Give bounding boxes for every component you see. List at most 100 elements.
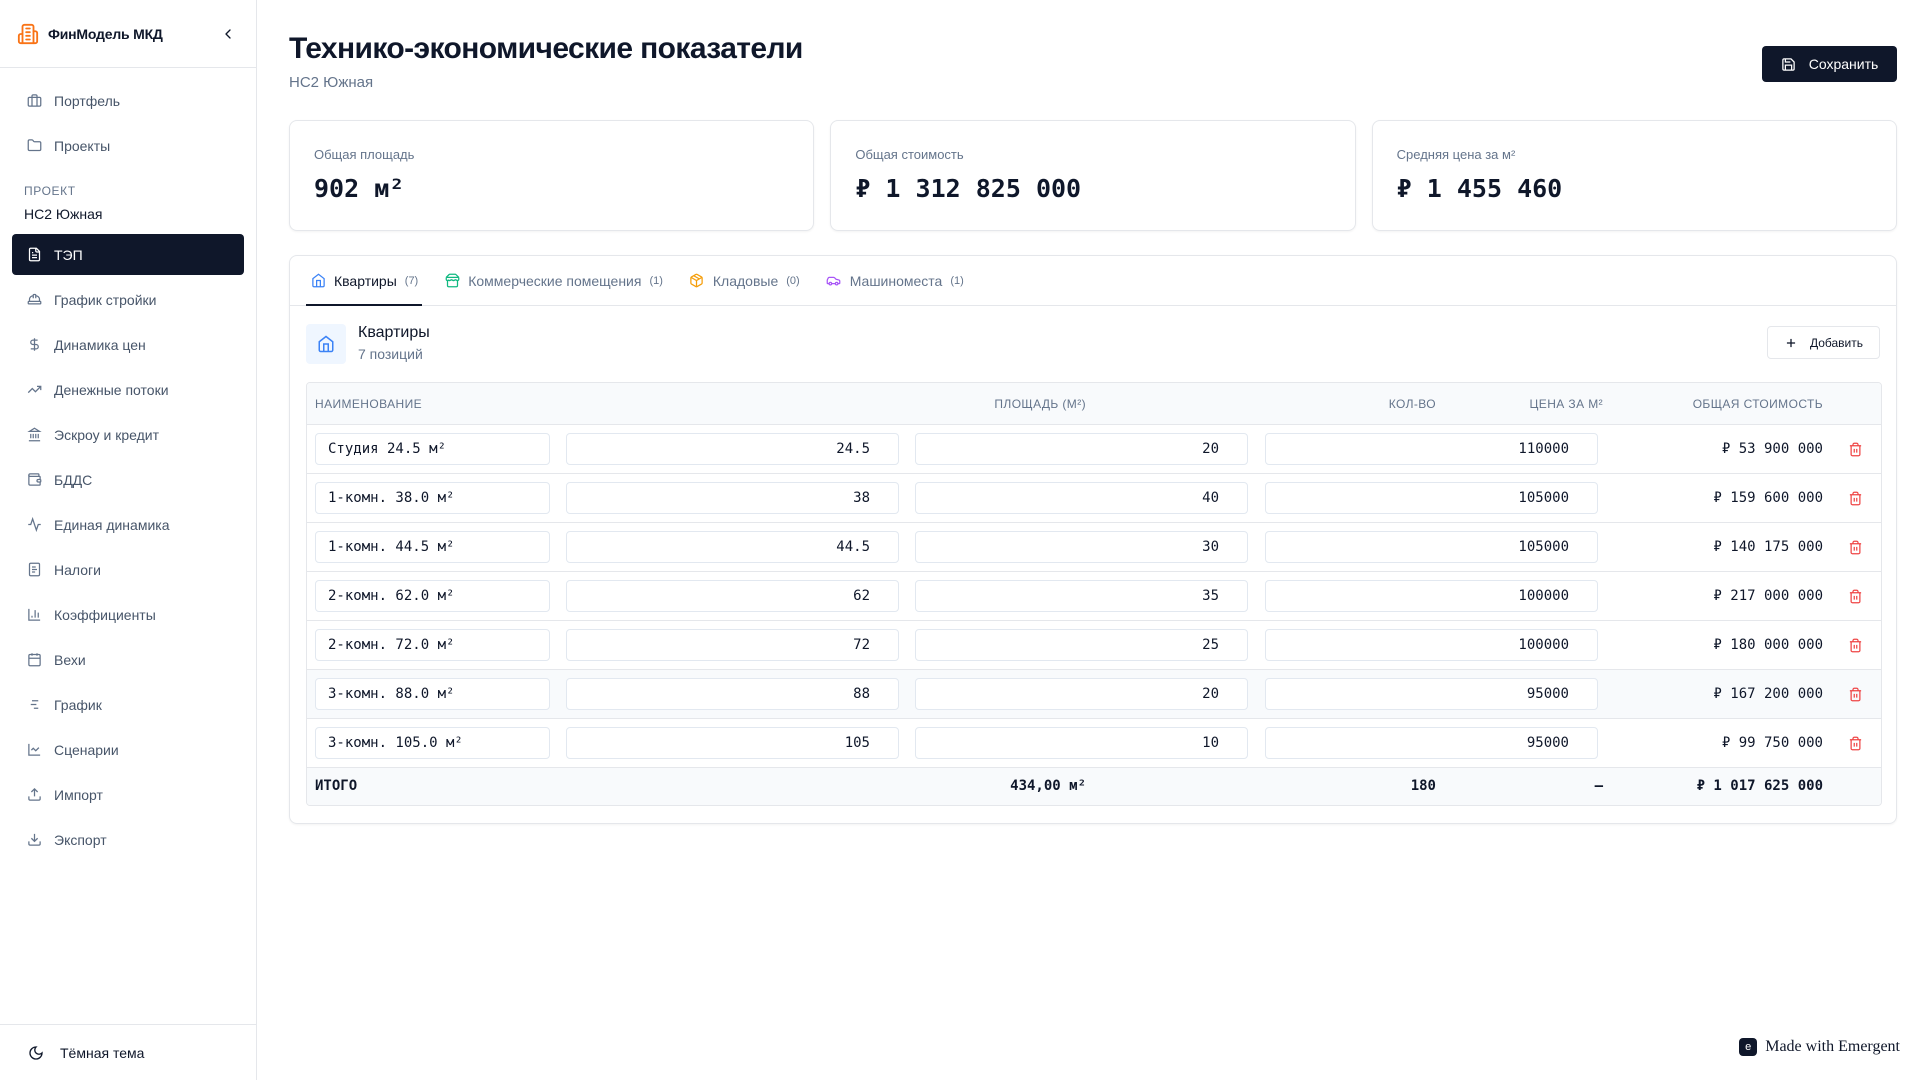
row-total: ₽ 217 000 000 <box>1713 588 1823 604</box>
sidebar-item-coefficients[interactable]: Коэффициенты <box>12 594 244 635</box>
footer-price: — <box>1594 778 1603 794</box>
sidebar-item-label: Единая динамика <box>54 516 170 533</box>
area-input[interactable]: 105 <box>566 727 899 759</box>
row-total: ₽ 167 200 000 <box>1713 686 1823 702</box>
footer-area: 434,00 м² <box>1010 778 1086 794</box>
sidebar-item-bdds[interactable]: БДДС <box>12 459 244 500</box>
sidebar-item-unified-dynamics[interactable]: Единая динамика <box>12 504 244 545</box>
stat-value: ₽ 1 455 460 <box>1396 174 1563 203</box>
sidebar-item-portfolio[interactable]: Портфель <box>12 80 244 121</box>
name-input[interactable]: 2-комн. 62.0 м² <box>315 580 550 612</box>
units-table: НАИМЕНОВАНИЕ ПЛОЩАДЬ (М²) КОЛ-ВО ЦЕНА ЗА… <box>306 382 1882 806</box>
sidebar-item-label: Экспорт <box>54 831 107 848</box>
qty-input[interactable]: 10 <box>915 727 1248 759</box>
area-input[interactable]: 38 <box>566 482 899 514</box>
save-button[interactable]: Сохранить <box>1762 46 1897 82</box>
home-icon <box>306 324 346 364</box>
price-input[interactable]: 105000 <box>1265 482 1598 514</box>
sidebar-item-schedule[interactable]: График <box>12 684 244 725</box>
qty-input[interactable]: 35 <box>915 580 1248 612</box>
theme-toggle-button[interactable]: Тёмная тема <box>0 1024 256 1080</box>
price-input[interactable]: 100000 <box>1265 580 1598 612</box>
save-icon <box>1781 56 1797 72</box>
sidebar-item-label: Налоги <box>54 561 101 578</box>
tab-count: (0) <box>786 274 800 287</box>
sidebar-item-milestones[interactable]: Вехи <box>12 639 244 680</box>
price-input[interactable]: 100000 <box>1265 629 1598 661</box>
stat-label: Общая стоимость <box>855 147 964 162</box>
sidebar-item-escrow[interactable]: Эскроу и кредит <box>12 414 244 455</box>
sidebar-item-label: Импорт <box>54 786 103 803</box>
name-input[interactable]: 3-комн. 88.0 м² <box>315 678 550 710</box>
sidebar-item-taxes[interactable]: Налоги <box>12 549 244 590</box>
trash-icon[interactable] <box>1847 539 1863 555</box>
sidebar-item-scenarios[interactable]: Сценарии <box>12 729 244 770</box>
qty-input[interactable]: 20 <box>915 678 1248 710</box>
price-input[interactable]: 95000 <box>1265 727 1598 759</box>
footer-total: ₽ 1 017 625 000 <box>1696 778 1823 794</box>
units-tabs: Квартиры (7) Коммерческие помещения (1) … <box>290 256 1896 306</box>
tab-commercial[interactable]: Коммерческие помещения (1) <box>440 256 667 305</box>
tab-apartments[interactable]: Квартиры (7) <box>306 256 423 306</box>
theme-toggle-label: Тёмная тема <box>60 1044 145 1061</box>
bar-chart-icon <box>26 607 42 623</box>
sidebar-item-label: Эскроу и кредит <box>54 426 159 443</box>
tab-label: Квартиры <box>334 272 397 289</box>
table-row: Студия 24.5 м² 24.5 20 110000 ₽ 53 900 000 <box>307 425 1881 474</box>
price-input[interactable]: 95000 <box>1265 678 1598 710</box>
area-input[interactable]: 44.5 <box>566 531 899 563</box>
trash-icon[interactable] <box>1847 490 1863 506</box>
trash-icon[interactable] <box>1847 686 1863 702</box>
tab-parking[interactable]: Машиноместа (1) <box>822 256 968 305</box>
qty-input[interactable]: 25 <box>915 629 1248 661</box>
briefcase-icon <box>26 93 42 109</box>
sidebar-item-export[interactable]: Экспорт <box>12 819 244 860</box>
table-footer: ИТОГО 434,00 м² 180 — ₽ 1 017 625 000 <box>307 768 1881 805</box>
add-button[interactable]: Добавить <box>1767 326 1880 359</box>
area-input[interactable]: 24.5 <box>566 433 899 465</box>
sidebar-nav: Портфель Проекты ПРОЕКТ НС2 Южная ТЭП Гр… <box>0 68 256 860</box>
name-input[interactable]: 2-комн. 72.0 м² <box>315 629 550 661</box>
bank-icon <box>26 427 42 443</box>
table-body: Студия 24.5 м² 24.5 20 110000 ₽ 53 900 000 1-… <box>307 425 1881 768</box>
project-section-label: ПРОЕКТ <box>24 184 76 198</box>
sidebar-item-projects[interactable]: Проекты <box>12 125 244 166</box>
sidebar-item-label: ТЭП <box>54 246 83 263</box>
tab-label: Машиноместа <box>849 272 943 289</box>
area-input[interactable]: 72 <box>566 629 899 661</box>
price-input[interactable]: 105000 <box>1265 531 1598 563</box>
stat-value: ₽ 1 312 825 000 <box>855 174 1082 203</box>
chevron-left-icon[interactable] <box>216 22 240 46</box>
name-input[interactable]: 3-комн. 105.0 м² <box>315 727 550 759</box>
price-input[interactable]: 110000 <box>1265 433 1598 465</box>
hard-hat-icon <box>26 292 42 308</box>
name-input[interactable]: Студия 24.5 м² <box>315 433 550 465</box>
trash-icon[interactable] <box>1847 637 1863 653</box>
area-input[interactable]: 88 <box>566 678 899 710</box>
qty-input[interactable]: 20 <box>915 433 1248 465</box>
trash-icon[interactable] <box>1847 441 1863 457</box>
row-total: ₽ 159 600 000 <box>1713 490 1823 506</box>
sidebar-item-import[interactable]: Импорт <box>12 774 244 815</box>
area-input[interactable]: 62 <box>566 580 899 612</box>
sidebar-item-tep[interactable]: ТЭП <box>12 234 244 275</box>
qty-input[interactable]: 30 <box>915 531 1248 563</box>
sidebar-item-price-dynamics[interactable]: Динамика цен <box>12 324 244 365</box>
tab-label: Кладовые <box>712 272 779 289</box>
tab-storage[interactable]: Кладовые (0) <box>685 256 804 305</box>
trash-icon[interactable] <box>1847 735 1863 751</box>
qty-input[interactable]: 40 <box>915 482 1248 514</box>
badge-label: Made with Emergent <box>1765 1038 1900 1055</box>
sidebar-item-cash-flows[interactable]: Денежные потоки <box>12 369 244 410</box>
sidebar-item-construction-schedule[interactable]: График стройки <box>12 279 244 320</box>
trash-icon[interactable] <box>1847 588 1863 604</box>
stat-label: Общая площадь <box>314 147 415 162</box>
sidebar-item-label: Проекты <box>54 137 111 154</box>
made-with-badge[interactable]: e Made with Emergent <box>1739 1036 1900 1058</box>
name-input[interactable]: 1-комн. 44.5 м² <box>315 531 550 563</box>
file-text-icon <box>26 247 42 263</box>
name-input[interactable]: 1-комн. 38.0 м² <box>315 482 550 514</box>
row-total: ₽ 99 750 000 <box>1721 735 1823 751</box>
column-header-price: ЦЕНА ЗА М² <box>1529 397 1603 411</box>
stat-card-total-cost: Общая стоимость ₽ 1 312 825 000 <box>830 120 1356 231</box>
